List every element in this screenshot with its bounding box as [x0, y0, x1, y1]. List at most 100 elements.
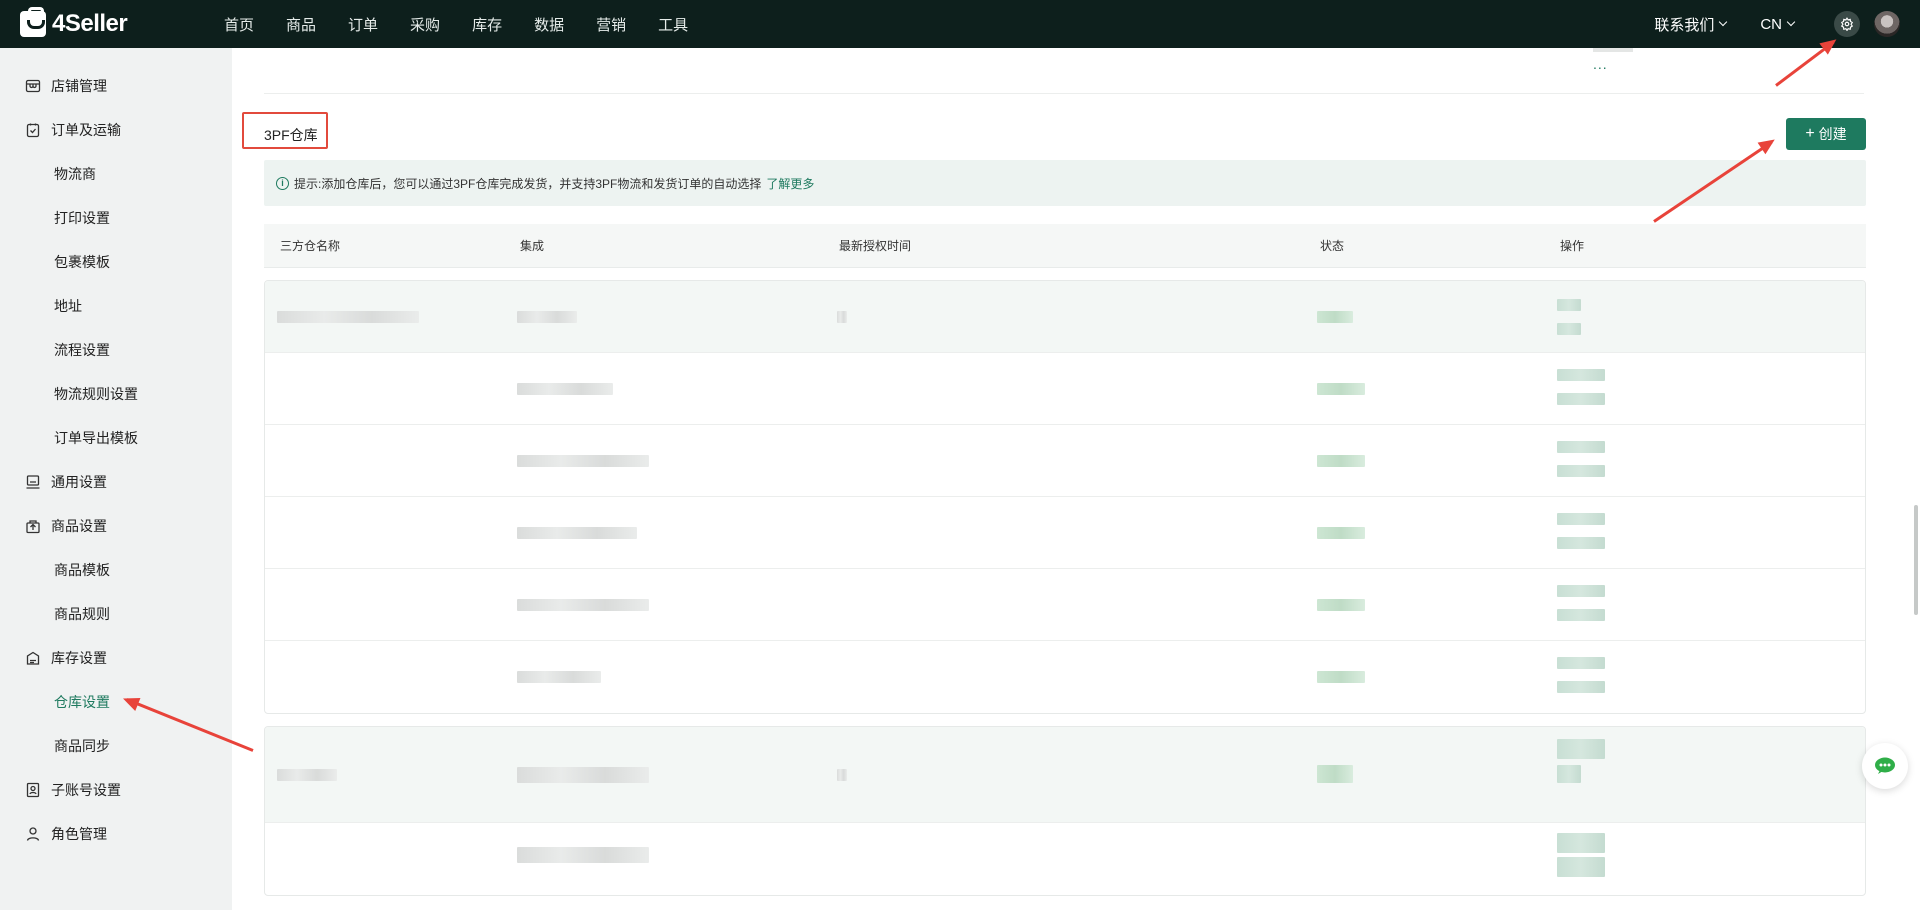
- learn-more-link[interactable]: 了解更多: [766, 175, 814, 192]
- sidebar-item-product-sync[interactable]: 商品同步: [0, 724, 232, 768]
- chat-bubble-icon: [1875, 757, 1895, 774]
- order-icon: [26, 123, 40, 138]
- gear-icon: [1840, 17, 1854, 31]
- blurred-action[interactable]: [1557, 393, 1605, 405]
- sidebar-item-label: 商品模板: [54, 562, 110, 578]
- chevron-down-icon: [1719, 17, 1728, 27]
- table-body: [264, 280, 1866, 908]
- sidebar-item-product-templates[interactable]: 商品模板: [0, 548, 232, 592]
- blurred-action[interactable]: [1557, 369, 1605, 381]
- info-icon: i: [276, 176, 289, 190]
- sidebar-item-role-management[interactable]: 角色管理: [0, 812, 232, 856]
- blurred-status: [1317, 383, 1365, 395]
- sidebar-item-inventory-settings[interactable]: 库存设置: [0, 636, 232, 680]
- sidebar-item-label: 库存设置: [51, 650, 107, 666]
- nav-item-inventory[interactable]: 库存: [472, 14, 502, 35]
- more-link[interactable]: ...: [1593, 56, 1608, 72]
- inventory-icon: [26, 651, 40, 665]
- blurred-content: [837, 311, 847, 323]
- blurred-action[interactable]: [1557, 465, 1605, 477]
- sidebar-item-label: 打印设置: [54, 210, 110, 226]
- contact-us-dropdown[interactable]: 联系我们: [1654, 14, 1728, 35]
- sidebar-item-package-templates[interactable]: 包裹模板: [0, 240, 232, 284]
- blurred-action[interactable]: [1557, 299, 1581, 311]
- nav-item-products[interactable]: 商品: [286, 14, 316, 35]
- blurred-content: [517, 847, 649, 863]
- blurred-action[interactable]: [1557, 323, 1581, 335]
- blurred-content: [517, 671, 601, 683]
- settings-sidebar: 店铺管理 订单及运输 物流商 打印设置 包裹模板 地址 流程设置 物流规则设置 …: [0, 48, 232, 910]
- sidebar-item-general-settings[interactable]: 通用设置: [0, 460, 232, 504]
- blurred-action[interactable]: [1557, 513, 1605, 525]
- sidebar-item-label: 物流商: [54, 166, 96, 182]
- sidebar-item-warehouse-settings[interactable]: 仓库设置: [0, 680, 232, 724]
- scrollbar-thumb[interactable]: [1914, 505, 1918, 615]
- brand-name: 4Seller: [52, 10, 128, 37]
- column-header-name: 三方仓名称: [280, 239, 341, 253]
- language-dropdown[interactable]: CN: [1760, 15, 1796, 33]
- user-icon: [26, 827, 40, 841]
- previous-section-fragment: ...: [264, 48, 1864, 94]
- top-navbar: 4Seller 首页 商品 订单 采购 库存 数据 营销 工具 联系我们 CN: [0, 0, 1920, 48]
- blurred-content: [1593, 48, 1633, 52]
- blurred-action[interactable]: [1557, 441, 1605, 453]
- sidebar-item-store-management[interactable]: 店铺管理: [0, 64, 232, 108]
- sidebar-item-label: 商品同步: [54, 738, 110, 754]
- chat-support-button[interactable]: [1862, 743, 1908, 789]
- language-label: CN: [1760, 15, 1782, 33]
- blurred-action[interactable]: [1557, 833, 1605, 853]
- blurred-status: [1317, 671, 1365, 683]
- avatar[interactable]: [1874, 11, 1900, 37]
- blurred-action[interactable]: [1557, 857, 1605, 877]
- blurred-content: [517, 527, 637, 539]
- blurred-action[interactable]: [1557, 609, 1605, 621]
- brand-logo[interactable]: 4Seller: [20, 7, 180, 38]
- sidebar-item-logistics-rules[interactable]: 物流规则设置: [0, 372, 232, 416]
- sidebar-item-product-settings[interactable]: 商品设置: [0, 504, 232, 548]
- blurred-status: [1317, 765, 1353, 783]
- table-header: 三方仓名称 集成 最新授权时间 状态 操作: [264, 224, 1866, 268]
- table-row: [265, 353, 1865, 425]
- sidebar-item-label: 角色管理: [51, 826, 107, 842]
- create-button[interactable]: + 创建: [1786, 118, 1866, 150]
- store-icon: [25, 79, 41, 93]
- badge-icon: [26, 782, 40, 798]
- sidebar-item-product-rules[interactable]: 商品规则: [0, 592, 232, 636]
- table-row: [265, 569, 1865, 641]
- table-row: [265, 727, 1865, 823]
- settings-button[interactable]: [1834, 11, 1860, 37]
- nav-item-data[interactable]: 数据: [534, 14, 564, 35]
- blurred-action[interactable]: [1557, 739, 1605, 759]
- sidebar-item-order-export-templates[interactable]: 订单导出模板: [0, 416, 232, 460]
- blurred-content: [517, 311, 577, 323]
- sidebar-item-carriers[interactable]: 物流商: [0, 152, 232, 196]
- sidebar-item-orders-shipping[interactable]: 订单及运输: [0, 108, 232, 152]
- blurred-action[interactable]: [1557, 765, 1581, 783]
- table-row: [265, 281, 1865, 353]
- sidebar-item-label: 物流规则设置: [54, 386, 138, 402]
- blurred-content: [837, 769, 847, 781]
- upload-box-icon: [26, 520, 40, 534]
- sidebar-item-address[interactable]: 地址: [0, 284, 232, 328]
- main-content: ... 3PF仓库 + 创建 i 提示:添加仓库后，您可以通过3PF仓库完成发货…: [232, 48, 1920, 910]
- nav-item-purchasing[interactable]: 采购: [410, 14, 440, 35]
- table-row: [265, 497, 1865, 569]
- blurred-action[interactable]: [1557, 657, 1605, 669]
- warehouse-group: [264, 726, 1866, 896]
- sidebar-item-sub-accounts[interactable]: 子账号设置: [0, 768, 232, 812]
- plus-icon: +: [1805, 125, 1815, 142]
- blurred-status: [1317, 527, 1365, 539]
- column-header-integration: 集成: [520, 239, 545, 253]
- blurred-action[interactable]: [1557, 585, 1605, 597]
- nav-item-marketing[interactable]: 营销: [596, 14, 626, 35]
- nav-item-orders[interactable]: 订单: [348, 14, 378, 35]
- blurred-action[interactable]: [1557, 681, 1605, 693]
- sidebar-item-print-settings[interactable]: 打印设置: [0, 196, 232, 240]
- nav-item-tools[interactable]: 工具: [658, 14, 688, 35]
- sidebar-item-label: 订单导出模板: [54, 430, 138, 446]
- nav-item-home[interactable]: 首页: [224, 14, 254, 35]
- blurred-action[interactable]: [1557, 537, 1605, 549]
- main-nav: 首页 商品 订单 采购 库存 数据 营销 工具: [224, 14, 720, 35]
- sidebar-item-workflow-settings[interactable]: 流程设置: [0, 328, 232, 372]
- section-title: 3PF仓库: [264, 127, 318, 143]
